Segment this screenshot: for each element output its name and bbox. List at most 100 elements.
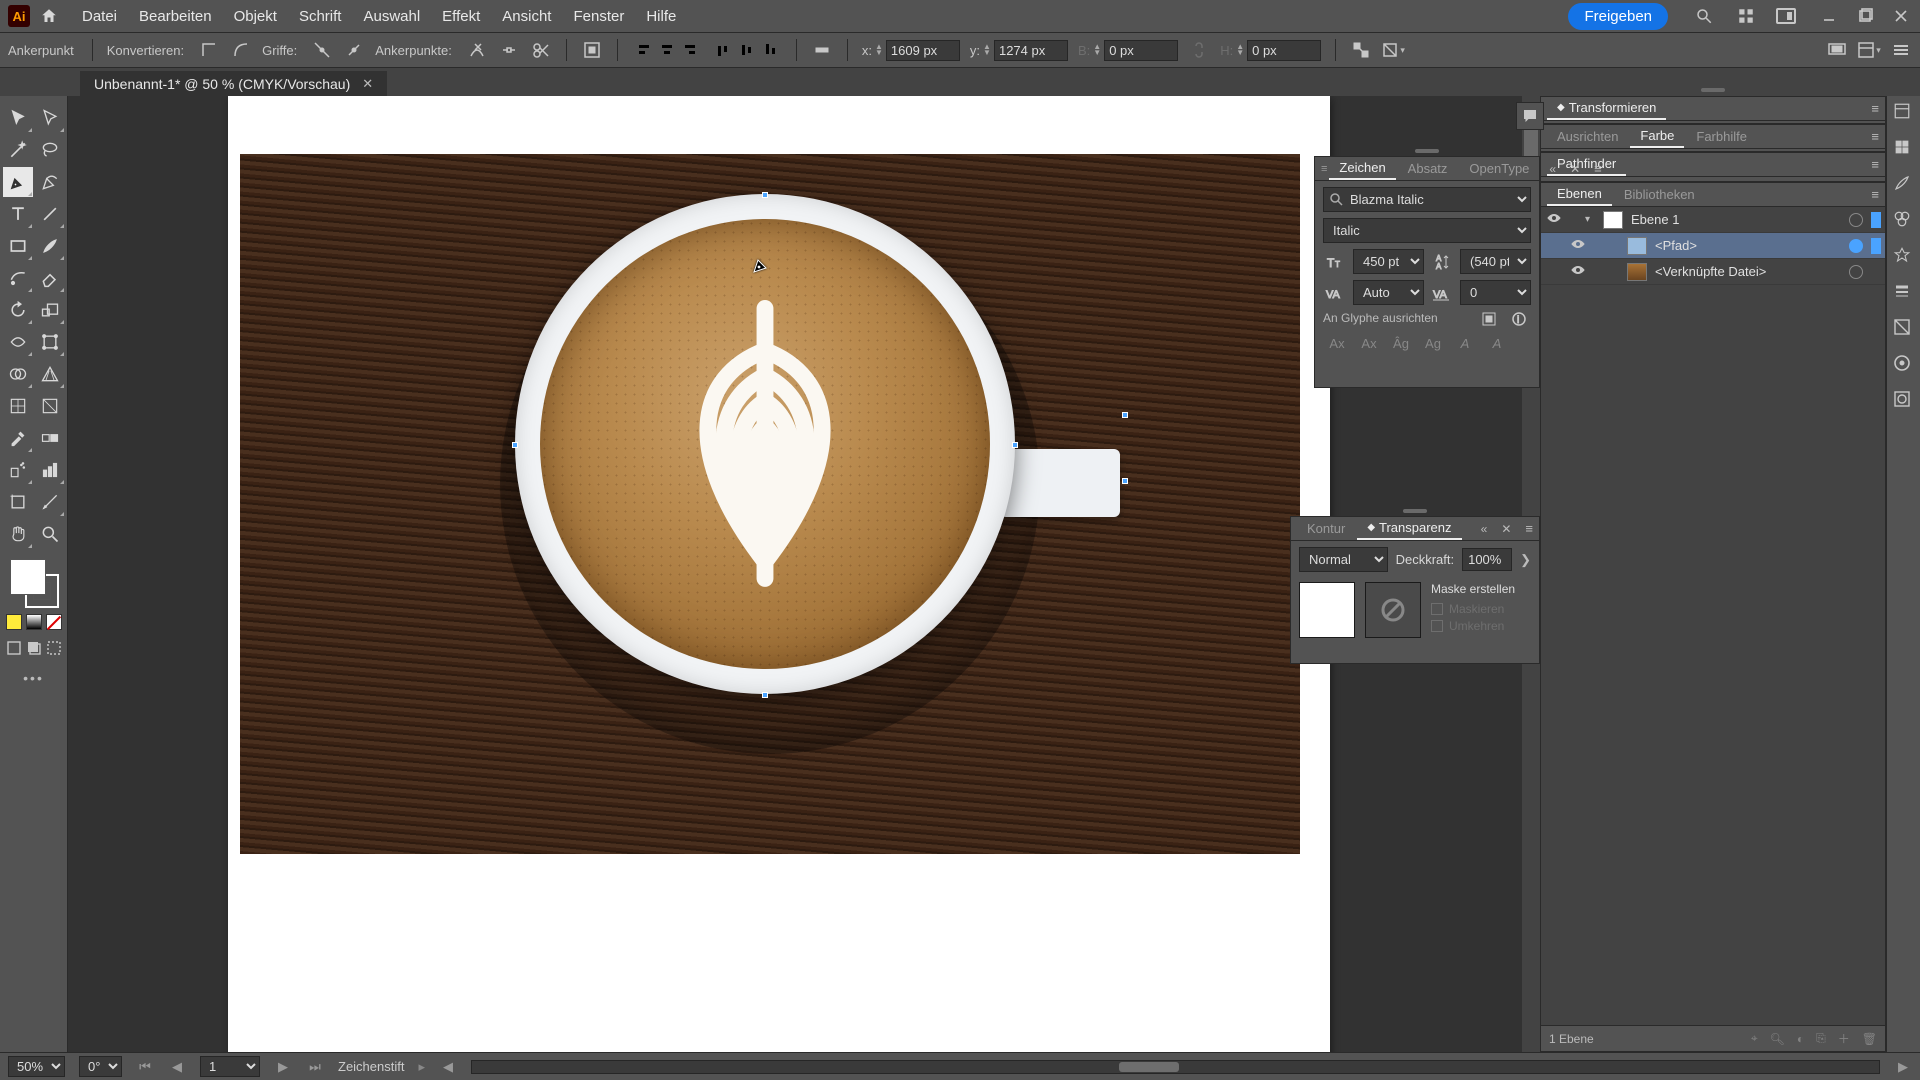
menu-effekt[interactable]: Effekt <box>432 4 490 29</box>
document-tab[interactable]: Unbenannt-1* @ 50 % (CMYK/Vorschau) ✕ <box>80 71 387 96</box>
layers-trash-icon[interactable]: 🗑︎ <box>1862 1032 1877 1046</box>
tab-transformieren[interactable]: ◆Transformieren <box>1547 97 1666 120</box>
appearance-icon[interactable] <box>1893 354 1915 376</box>
tab-ebenen[interactable]: Ebenen <box>1547 183 1612 206</box>
paintbrush-tool[interactable] <box>35 231 65 261</box>
fill-stroke-swatch[interactable] <box>9 558 59 608</box>
tracking-select[interactable]: 0 <box>1460 280 1531 305</box>
convert-smooth-icon[interactable] <box>230 39 252 61</box>
shaper-tool[interactable] <box>3 263 33 293</box>
layer-row[interactable]: <Pfad> <box>1541 233 1885 259</box>
opacity-input[interactable] <box>1462 548 1512 571</box>
layer-row[interactable]: ▾ Ebene 1 <box>1541 207 1885 233</box>
transp-panel-close-icon[interactable]: ✕ <box>1495 522 1517 536</box>
anchor-cut-icon[interactable] <box>530 39 552 61</box>
tab-kontur[interactable]: Kontur <box>1297 518 1355 539</box>
visibility-toggle-icon[interactable] <box>1569 264 1587 279</box>
draw-inside-icon[interactable] <box>46 640 62 656</box>
gpu-preview-icon[interactable] <box>1826 39 1848 61</box>
layer-name[interactable]: <Pfad> <box>1651 238 1845 253</box>
zoom-select[interactable]: 50% <box>8 1056 65 1077</box>
tab-absatz[interactable]: Absatz <box>1398 158 1458 179</box>
layers-newsub-icon[interactable]: ⎘ <box>1816 1031 1826 1046</box>
tab-zeichen[interactable]: Zeichen <box>1329 157 1395 180</box>
tab-transparenz[interactable]: ◆Transparenz <box>1357 517 1461 540</box>
direct-selection-tool[interactable] <box>35 103 65 133</box>
visibility-toggle-icon[interactable] <box>1569 238 1587 253</box>
width-tool[interactable] <box>3 327 33 357</box>
line-segment-tool[interactable] <box>35 199 65 229</box>
gradient-tool[interactable] <box>35 391 65 421</box>
tab-ausrichten[interactable]: Ausrichten <box>1547 126 1628 147</box>
align-left-icon[interactable] <box>632 39 654 61</box>
layers-locate-icon[interactable]: ⌖ <box>1751 1031 1758 1046</box>
layer-name[interactable]: <Verknüpfte Datei> <box>1651 264 1845 279</box>
transform-panel-toggle-icon[interactable]: ▾ <box>1382 39 1404 61</box>
convert-corner-icon[interactable] <box>198 39 220 61</box>
properties-toggle-icon[interactable]: ▾ <box>1858 39 1880 61</box>
menu-datei[interactable]: Datei <box>72 4 127 29</box>
x-stepper[interactable]: ▲▼ <box>875 44 883 56</box>
graphic-styles-icon[interactable] <box>1893 390 1915 412</box>
snap-baseline-icon[interactable]: Ax <box>1323 331 1351 355</box>
rotate-select[interactable]: 0° <box>79 1056 122 1077</box>
hscroll-left-icon[interactable]: ◀ <box>439 1059 457 1075</box>
artboard-prev-icon[interactable]: ◀ <box>168 1059 186 1075</box>
artboard-select[interactable]: 1 <box>200 1056 260 1077</box>
window-maximize-icon[interactable] <box>1854 5 1876 27</box>
menu-hilfe[interactable]: Hilfe <box>636 4 686 29</box>
column-graph-tool[interactable] <box>35 455 65 485</box>
handles-show-icon[interactable] <box>311 39 333 61</box>
pixel-snap-icon[interactable] <box>1350 39 1372 61</box>
draw-normal-icon[interactable] <box>6 640 22 656</box>
mesh-tool[interactable] <box>3 391 33 421</box>
y-field[interactable]: y: ▲▼ <box>970 40 1068 61</box>
window-minimize-icon[interactable] <box>1818 5 1840 27</box>
snap-cap-icon[interactable]: Âg <box>1387 331 1415 355</box>
mask-thumbnail[interactable] <box>1365 582 1421 638</box>
x-field[interactable]: x: ▲▼ <box>862 40 960 61</box>
tab-farbhilfe[interactable]: Farbhilfe <box>1686 126 1757 147</box>
transform-panel-menu-icon[interactable]: ≡ <box>1865 101 1885 116</box>
layer-name[interactable]: Ebene 1 <box>1627 212 1845 227</box>
font-family-select[interactable]: Blazma Italic <box>1323 187 1531 212</box>
target-icon[interactable] <box>1849 213 1863 227</box>
color-panel-menu-icon[interactable]: ≡ <box>1865 129 1885 144</box>
menu-auswahl[interactable]: Auswahl <box>353 4 430 29</box>
rotate-tool[interactable] <box>3 295 33 325</box>
shape-builder-tool[interactable] <box>3 359 33 389</box>
layers-search-icon[interactable]: 🔍︎ <box>1770 1032 1785 1046</box>
perspective-grid-tool[interactable] <box>35 359 65 389</box>
panel-menu-icon[interactable] <box>1890 39 1912 61</box>
document-tab-close-icon[interactable]: ✕ <box>362 76 373 92</box>
menu-schrift[interactable]: Schrift <box>289 4 352 29</box>
brushes-icon[interactable] <box>1893 174 1915 196</box>
y-stepper[interactable]: ▲▼ <box>983 44 991 56</box>
gradient-icon[interactable] <box>1893 318 1915 340</box>
layers-mask-icon[interactable]: ◐ <box>1797 1032 1804 1046</box>
opacity-flyout-icon[interactable]: ❯ <box>1520 552 1531 568</box>
transp-panel-menu-icon[interactable]: ≡ <box>1519 521 1539 536</box>
pathfinder-panel-menu-icon[interactable]: ≡ <box>1865 157 1885 172</box>
toolbox-more-icon[interactable]: ••• <box>23 670 44 686</box>
artboard-first-icon[interactable]: ⏮ <box>136 1059 154 1075</box>
align-hcenter-icon[interactable] <box>656 39 678 61</box>
canvas-hscrollbar[interactable] <box>471 1060 1880 1074</box>
align-bottom-icon[interactable] <box>760 39 782 61</box>
rectangle-tool[interactable] <box>3 231 33 261</box>
artboard-tool[interactable] <box>3 487 33 517</box>
symbol-sprayer-tool[interactable] <box>3 455 33 485</box>
kerning-select[interactable]: Auto <box>1353 280 1424 305</box>
snap-em-icon[interactable]: Ag <box>1419 331 1447 355</box>
draw-behind-icon[interactable] <box>26 640 42 656</box>
char-panel-collapse-icon[interactable]: « <box>1543 162 1562 176</box>
snap-xheight-icon[interactable]: Ax <box>1355 331 1383 355</box>
isolate-icon[interactable] <box>581 39 603 61</box>
artboard-next-icon[interactable]: ▶ <box>274 1059 292 1075</box>
char-panel-close-icon[interactable]: ✕ <box>1564 162 1586 176</box>
blend-tool[interactable] <box>35 423 65 453</box>
arrange-grid-icon[interactable] <box>1734 4 1758 28</box>
eyedropper-tool[interactable] <box>3 423 33 453</box>
leading-select[interactable]: (540 pt) <box>1460 249 1531 274</box>
handles-hide-icon[interactable] <box>343 39 365 61</box>
